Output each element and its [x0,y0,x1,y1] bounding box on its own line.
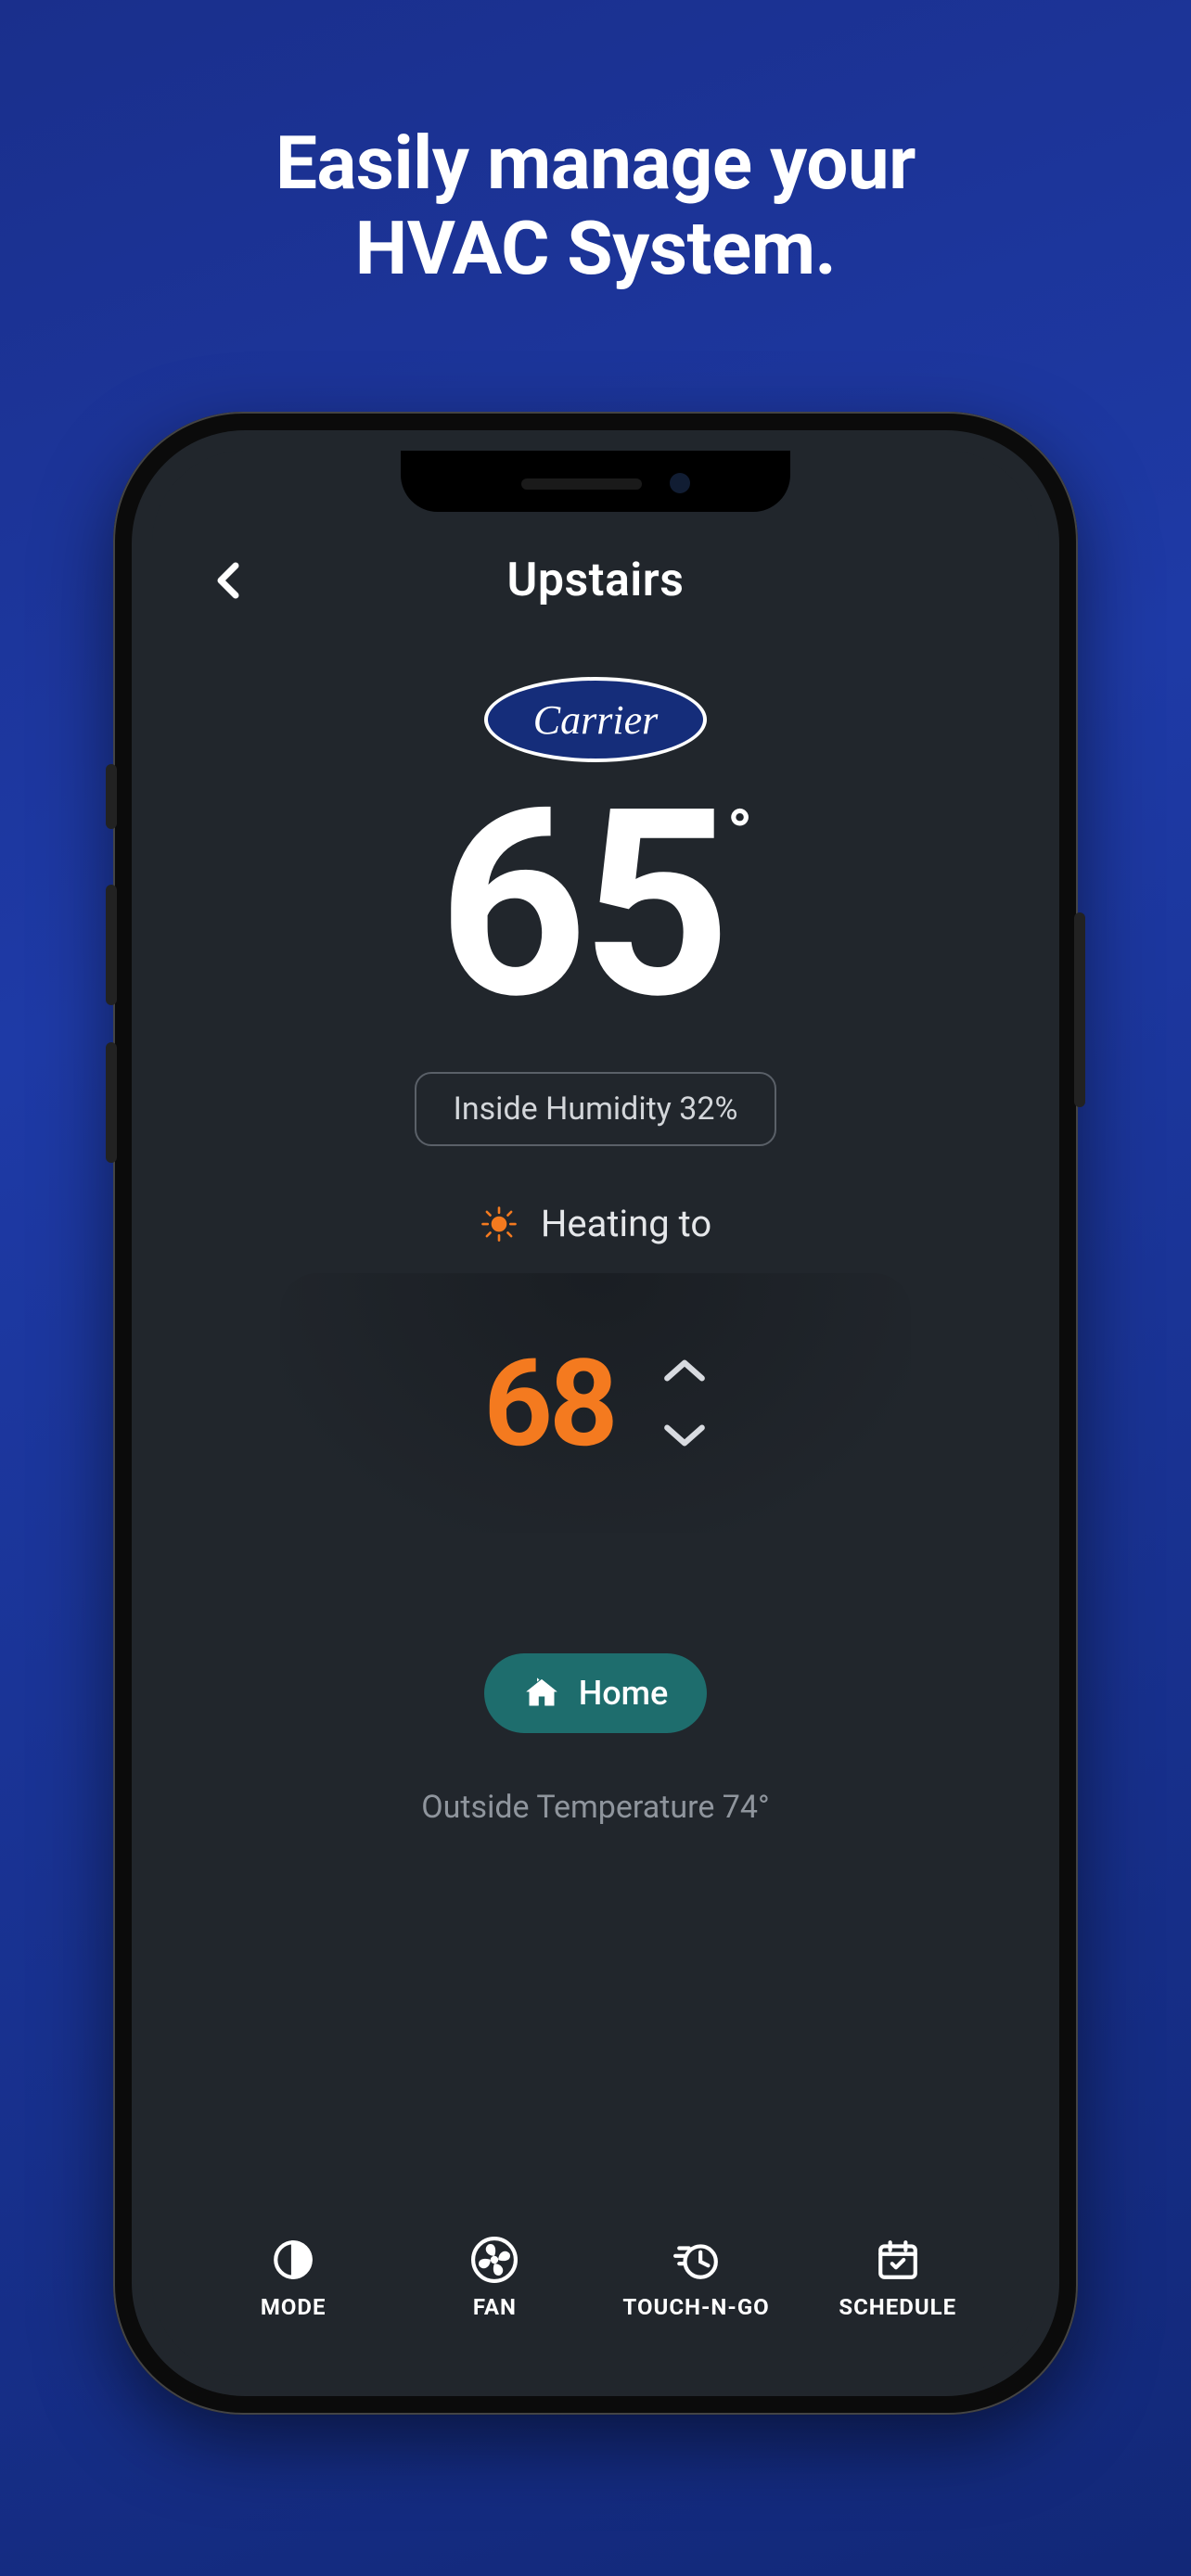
chevron-left-icon [208,558,252,603]
mode-status-text: Heating to [541,1202,711,1245]
nav-label: FAN [473,2294,517,2320]
chevron-down-icon [661,1417,708,1454]
brand-name: Carrier [533,696,658,744]
home-icon [523,1675,560,1712]
humidity-text: Inside Humidity 32% [454,1090,738,1128]
outside-temperature-text: Outside Temperature 74° [421,1789,769,1826]
marketing-headline: Easily manage your HVAC System. [275,121,916,291]
phone-side-button [1074,912,1085,1107]
phone-side-button [106,764,117,829]
zone-title: Upstairs [506,554,684,607]
app-screen: Upstairs Carrier 65 ° Inside Humidity 32… [152,451,1039,2376]
setpoint-stepper [661,1352,708,1454]
presence-home-button[interactable]: Home [484,1653,708,1733]
brand-logo: Carrier [480,673,711,766]
fan-icon [471,2237,518,2283]
app-header: Upstairs [152,543,1039,618]
phone-bezel: Upstairs Carrier 65 ° Inside Humidity 32… [132,430,1059,2396]
schedule-icon [875,2237,921,2283]
sun-icon [480,1205,519,1243]
chevron-up-icon [661,1352,708,1389]
setpoint-card: 68 [280,1273,911,1533]
touch-n-go-icon [673,2237,720,2283]
headline-line-1: Easily manage your [275,120,916,207]
degree-symbol: ° [727,796,753,872]
phone-frame: Upstairs Carrier 65 ° Inside Humidity 32… [113,412,1078,2415]
setpoint-value: 68 [483,1333,614,1474]
nav-label: TOUCH-N-GO [622,2294,769,2320]
mode-icon [270,2237,316,2283]
outside-temperature-line: Outside Temperature 74° [421,1789,769,1826]
setpoint-down-button[interactable] [661,1417,708,1454]
setpoint-up-button[interactable] [661,1352,708,1389]
phone-side-button [106,885,117,1005]
nav-touch-n-go[interactable]: TOUCH-N-GO [618,2237,775,2320]
nav-label: MODE [261,2294,327,2320]
brand-logo-oval: Carrier [484,677,707,762]
nav-fan[interactable]: FAN [416,2237,573,2320]
phone-side-button [106,1042,117,1163]
bottom-nav: MODE FA [152,2237,1039,2320]
nav-label: SCHEDULE [839,2294,956,2320]
app-store-slide: Easily manage your HVAC System. Upstairs [0,0,1191,2576]
humidity-badge: Inside Humidity 32% [415,1072,777,1146]
back-button[interactable] [208,558,252,603]
mode-status-row: Heating to [480,1202,711,1245]
nav-mode[interactable]: MODE [214,2237,372,2320]
temperature-value: 65 [439,775,725,1035]
nav-schedule[interactable]: SCHEDULE [819,2237,977,2320]
phone-notch [401,451,790,512]
headline-line-2: HVAC System. [355,205,837,292]
presence-label: Home [579,1674,669,1713]
current-temperature: 65 ° [439,775,753,1035]
